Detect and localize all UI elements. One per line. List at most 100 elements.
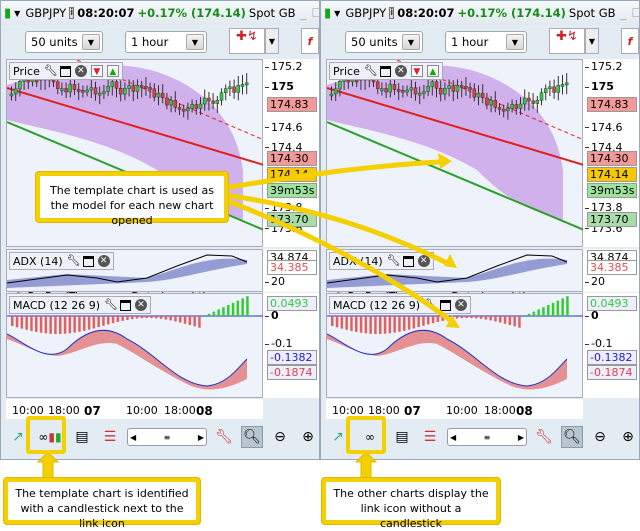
close-icon[interactable]: ✕ (74, 65, 87, 77)
macd-chart[interactable]: MACD (12 26 9) 🔧︎ ✕ (326, 293, 584, 398)
histogram-bar (39, 316, 43, 333)
order-book-icon[interactable]: ☰ (99, 426, 121, 448)
chart-settings-icon[interactable]: 🔧︎ (213, 426, 235, 448)
chevron-down-icon[interactable]: ▼ (186, 34, 204, 50)
arrow-up-icon[interactable]: ▲ (106, 65, 119, 77)
chevron-down-icon[interactable]: ▼ (506, 34, 524, 50)
indicators-button[interactable]: ✚↯ (229, 28, 265, 54)
units-select[interactable]: 50 units ▼ (345, 31, 423, 53)
wrench-icon[interactable]: 🔧︎ (44, 65, 58, 77)
candle (560, 84, 565, 87)
info-icon[interactable]: i (69, 7, 75, 19)
candle (422, 91, 426, 94)
window-icon[interactable] (379, 65, 391, 77)
formula-icon[interactable]: f (301, 28, 319, 54)
scroll-right-icon[interactable]: ▶ (518, 433, 524, 442)
maximize-icon[interactable]: ☐ (632, 6, 640, 20)
close-icon[interactable]: ✕ (97, 255, 110, 267)
scroll-left-icon[interactable]: ◀ (450, 433, 456, 442)
highlight-link (346, 416, 386, 454)
wrench-icon[interactable]: 🔧︎ (387, 255, 401, 267)
chart-settings-icon[interactable]: 🔧︎ (533, 426, 555, 448)
info-icon[interactable]: i (389, 7, 395, 19)
chart-window: ▮ ▼ GBPJPY i 08:20:07 +0.17% (174.14) Sp… (0, 0, 337, 460)
arrow-up-icon[interactable]: ▲ (426, 65, 439, 77)
window-icon[interactable] (402, 255, 414, 267)
close-icon[interactable]: ✕ (394, 65, 407, 77)
indicators-dropdown[interactable]: ▼ (265, 28, 279, 54)
window-icon[interactable] (120, 299, 132, 311)
histogram-bar (566, 296, 569, 316)
candle (493, 99, 498, 108)
chevron-down-icon[interactable]: ▼ (334, 9, 340, 18)
histogram-bar (422, 316, 425, 326)
scroll-thumb[interactable]: ≡ (484, 433, 491, 442)
auto-zoom-icon[interactable]: 🔍︎ (241, 426, 263, 448)
histogram-bar (97, 316, 100, 328)
arrow-down-icon[interactable]: ▼ (410, 65, 423, 77)
chevron-down-icon[interactable]: ▼ (14, 9, 20, 18)
candle (346, 79, 351, 83)
price-tick: 175.2 (585, 60, 623, 73)
chart-scrollbar[interactable]: ◀ ≡ ▶ (127, 428, 207, 446)
scroll-thumb[interactable]: ≡ (164, 433, 171, 442)
price-chart[interactable]: Price 🔧︎ ✕ ▼ ▲ © ProRealTime.comData is … (326, 59, 584, 303)
histogram-bar (35, 316, 38, 332)
timeframe-select[interactable]: 1 hour ▼ (125, 31, 207, 53)
window-icon[interactable] (440, 299, 452, 311)
adx-chart[interactable]: ADX (14) 🔧︎ ✕ (6, 249, 263, 292)
timeframe-select[interactable]: 1 hour ▼ (445, 31, 527, 53)
close-icon[interactable]: ✕ (135, 299, 148, 311)
chevron-down-icon[interactable]: ▼ (402, 34, 420, 50)
histogram-bar (193, 316, 196, 327)
chart-list-icon[interactable]: ▤ (391, 426, 413, 448)
scroll-left-icon[interactable]: ◀ (130, 433, 136, 442)
minimize-icon[interactable]: _ (621, 6, 627, 20)
wrench-icon[interactable]: 🔧︎ (67, 255, 81, 267)
formula-icon[interactable]: f (621, 28, 639, 54)
symbol[interactable]: GBPJPY (345, 6, 386, 20)
zoom-out-icon[interactable]: ⊖ (589, 426, 611, 448)
minimize-icon[interactable]: _ (301, 6, 307, 20)
wrench-icon[interactable]: 🔧︎ (424, 299, 438, 311)
time-tick: 18:00 (164, 404, 196, 417)
auto-zoom-icon[interactable]: 🔍︎ (561, 426, 583, 448)
adx-title: ADX (14) (333, 254, 383, 268)
candle (85, 89, 89, 93)
macd-chart[interactable]: MACD (12 26 9) 🔧︎ ✕ (6, 293, 264, 398)
close-icon[interactable]: ✕ (455, 299, 468, 311)
candle (380, 88, 384, 91)
wrench-icon[interactable]: 🔧︎ (104, 299, 118, 311)
candle (485, 97, 489, 106)
price-axis: 175.2 175 174.6 174.4 173.8 173.6 174.83 174.3… (263, 59, 319, 247)
histogram-bar (427, 316, 430, 325)
chart-scrollbar[interactable]: ◀ ≡ ▶ (447, 428, 527, 446)
units-select[interactable]: 50 units ▼ (25, 31, 103, 53)
candle (556, 85, 561, 93)
window-icon[interactable] (82, 255, 94, 267)
zoom-out-icon[interactable]: ⊖ (269, 426, 291, 448)
adx-chart[interactable]: ADX (14) 🔧︎ ✕ (326, 249, 583, 292)
wrench-icon[interactable]: 🔧︎ (364, 65, 378, 77)
macd-value: -0.1382 (267, 350, 317, 365)
zoom-in-icon[interactable]: ⊕ (617, 426, 639, 448)
chart-list-icon[interactable]: ▤ (71, 426, 93, 448)
close-icon[interactable]: ✕ (417, 255, 430, 267)
arrow-down-icon[interactable]: ▼ (90, 65, 103, 77)
chevron-down-icon[interactable]: ▼ (82, 34, 100, 50)
window-icon[interactable] (59, 65, 71, 77)
indicators-button[interactable]: ✚↯ (549, 28, 585, 54)
histogram-bar (126, 316, 129, 320)
timeframe-value: 1 hour (451, 35, 489, 49)
histogram-bar (475, 316, 478, 319)
time-tick: 07 (404, 404, 421, 418)
indicators-dropdown[interactable]: ▼ (585, 28, 599, 54)
histogram-bar (212, 311, 216, 316)
zoom-in-icon[interactable]: ⊕ (297, 426, 319, 448)
candle (371, 79, 376, 83)
order-book-icon[interactable]: ☰ (419, 426, 441, 448)
symbol[interactable]: GBPJPY (25, 6, 66, 20)
price-tick: 174.6 (585, 121, 623, 134)
scroll-right-icon[interactable]: ▶ (198, 433, 204, 442)
candle (68, 84, 73, 93)
